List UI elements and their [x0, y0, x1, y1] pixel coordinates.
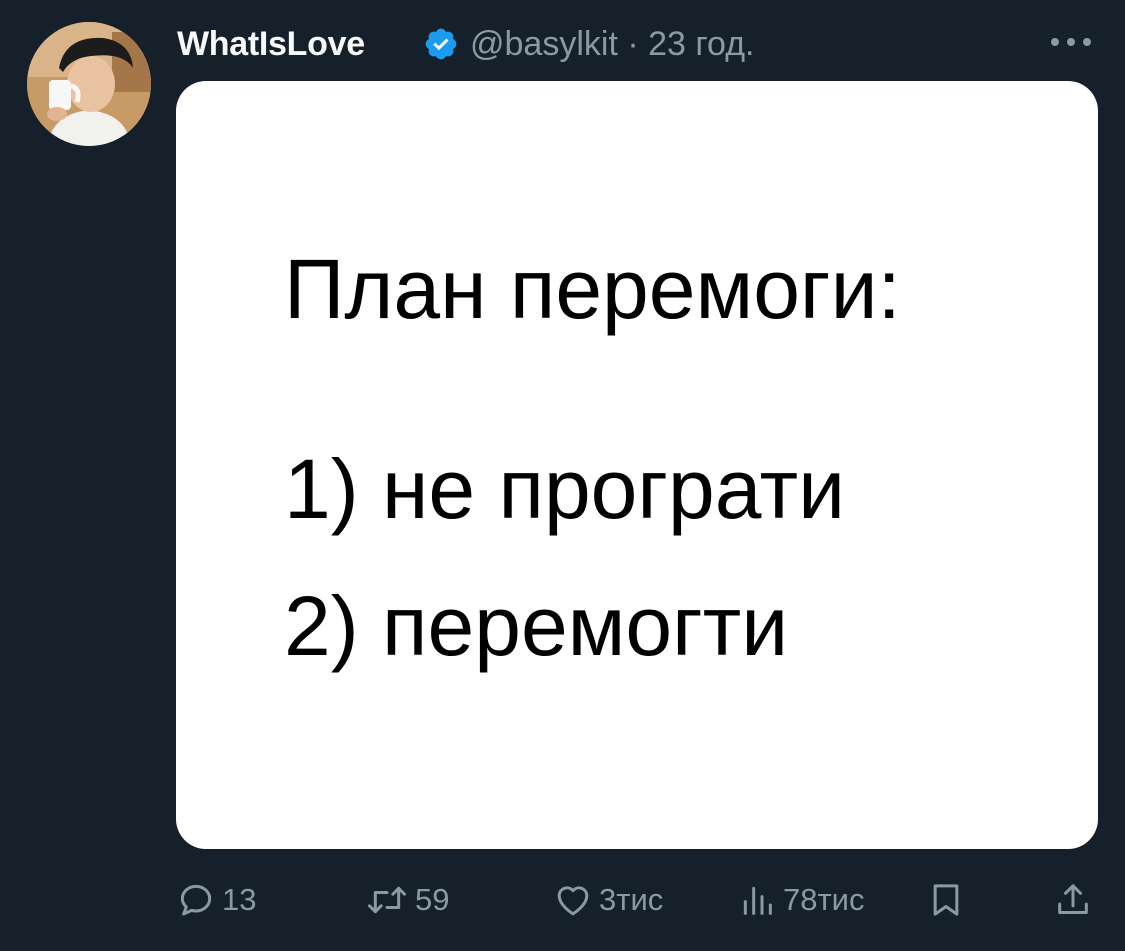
separator: · — [627, 25, 639, 63]
post-time[interactable]: 23 год. — [648, 25, 754, 63]
repost-button[interactable]: 59 — [365, 870, 449, 930]
author-handle-row: @basylkit · 23 год. — [470, 20, 755, 68]
views-button[interactable]: 78тис — [737, 870, 865, 930]
like-count: 3тис — [599, 882, 664, 917]
share-button[interactable] — [1053, 870, 1093, 930]
more-icon[interactable] — [1046, 30, 1096, 54]
author-handle[interactable]: @basylkit — [470, 25, 618, 63]
post-image[interactable]: План перемоги: 1) не програти 2) перемог… — [176, 81, 1098, 849]
verified-icon — [425, 28, 457, 60]
share-icon — [1058, 884, 1088, 914]
image-line-2: 2) перемогти — [284, 579, 789, 673]
repost-icon — [368, 886, 406, 914]
repost-count: 59 — [415, 882, 450, 917]
like-button[interactable]: 3тис — [553, 870, 663, 930]
action-bar: 13 59 3тис 78тис — [0, 870, 1125, 930]
author-name[interactable]: WhatIsLove — [177, 20, 365, 68]
view-count: 78тис — [783, 882, 865, 917]
image-title: План перемоги: — [284, 242, 901, 336]
reply-count: 13 — [222, 882, 257, 917]
like-icon — [557, 886, 589, 916]
image-line-1: 1) не програти — [284, 442, 846, 536]
bookmark-icon — [933, 884, 959, 916]
reply-button[interactable]: 13 — [176, 870, 256, 930]
reply-icon — [180, 884, 212, 916]
avatar[interactable] — [27, 22, 151, 146]
views-icon — [743, 886, 772, 915]
bookmark-button[interactable] — [926, 870, 966, 930]
